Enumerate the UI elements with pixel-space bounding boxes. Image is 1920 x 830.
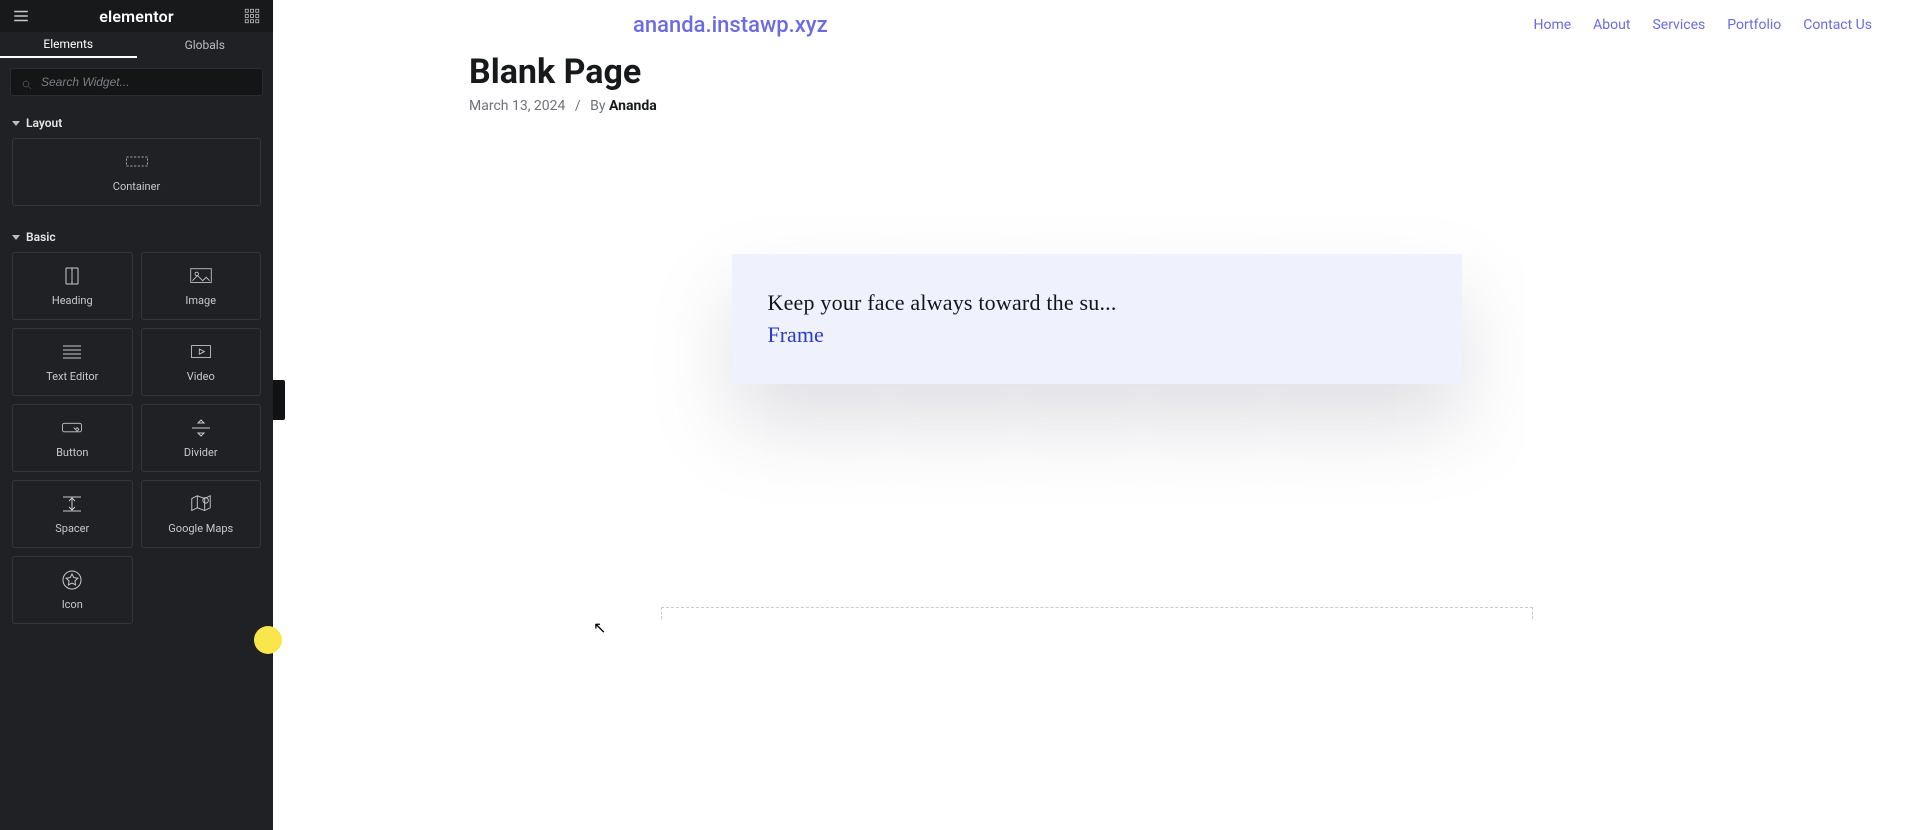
widget-divider-label: Divider — [184, 446, 218, 459]
by-prefix: By — [590, 98, 605, 114]
widget-video[interactable]: Video — [141, 328, 262, 396]
site-header: ananda.instawp.xyz Home About Services P… — [273, 0, 1920, 50]
sidebar-header: elementor — [0, 0, 273, 32]
hero-card: Keep your face always toward the su... F… — [732, 254, 1462, 384]
search-wrap — [0, 58, 273, 106]
widget-icon[interactable]: Icon — [12, 556, 133, 624]
canvas: ananda.instawp.xyz Home About Services P… — [273, 0, 1920, 830]
tab-globals[interactable]: Globals — [137, 32, 274, 58]
widget-google-maps-label: Google Maps — [168, 522, 233, 535]
hero-quote-text: Keep your face always toward the su... — [768, 290, 1426, 316]
section-basic[interactable]: Basic — [0, 220, 273, 252]
image-icon — [189, 266, 213, 286]
widget-text-editor-label: Text Editor — [46, 370, 98, 383]
section-layout[interactable]: Layout — [0, 106, 273, 138]
widget-container[interactable]: Container — [12, 138, 261, 206]
search-input[interactable] — [41, 75, 252, 89]
nav-home[interactable]: Home — [1533, 17, 1571, 33]
hero-attribution: Frame — [768, 322, 1426, 348]
widget-heading[interactable]: Heading — [12, 252, 133, 320]
widget-image[interactable]: Image — [141, 252, 262, 320]
caret-down-icon — [12, 235, 20, 240]
page-meta: March 13, 2024 / By Ananda — [469, 98, 1920, 114]
hero-section[interactable]: Keep your face always toward the su... F… — [273, 254, 1920, 384]
sidebar-tabs: Elements Globals — [0, 32, 273, 58]
nav-about[interactable]: About — [1593, 17, 1630, 33]
search-box[interactable] — [10, 68, 263, 96]
icon-icon — [60, 570, 84, 590]
menu-icon[interactable] — [12, 7, 30, 25]
heading-icon — [60, 266, 84, 286]
google-maps-icon — [189, 494, 213, 514]
page-head: Blank Page March 13, 2024 / By Ananda — [273, 50, 1920, 114]
empty-section-dropzone[interactable] — [661, 607, 1533, 619]
widget-button[interactable]: Button — [12, 404, 133, 472]
page-title: Blank Page — [469, 52, 1920, 92]
elementor-logo: elementor — [99, 7, 174, 26]
text-editor-icon — [60, 342, 84, 362]
nav-services[interactable]: Services — [1652, 17, 1705, 33]
widget-google-maps[interactable]: Google Maps — [141, 480, 262, 548]
container-icon — [125, 152, 149, 172]
primary-nav: Home About Services Portfolio Contact Us — [1533, 17, 1872, 33]
widget-container-label: Container — [113, 180, 160, 193]
widget-icon-label: Icon — [62, 598, 83, 611]
section-basic-label: Basic — [26, 230, 56, 244]
nav-contact[interactable]: Contact Us — [1803, 17, 1872, 33]
video-icon — [189, 342, 213, 362]
hero-inner: Keep your face always toward the su... F… — [732, 254, 1462, 384]
page-author[interactable]: Ananda — [609, 98, 657, 114]
tab-elements[interactable]: Elements — [0, 32, 137, 58]
nav-portfolio[interactable]: Portfolio — [1727, 17, 1781, 33]
search-icon — [21, 76, 33, 88]
app-root: elementor Elements Globals Layout — [0, 0, 1920, 830]
section-layout-label: Layout — [26, 116, 62, 130]
cursor-icon: ↖ — [593, 618, 606, 637]
divider-icon — [189, 418, 213, 438]
widget-spacer-label: Spacer — [55, 522, 89, 535]
widget-video-label: Video — [187, 370, 215, 383]
layout-grid: Container — [0, 138, 273, 220]
elementor-sidebar: elementor Elements Globals Layout — [0, 0, 273, 830]
widget-divider[interactable]: Divider — [141, 404, 262, 472]
basic-grid: Heading Image Text Editor Video Button D… — [0, 252, 273, 638]
widget-heading-label: Heading — [52, 294, 93, 307]
sidebar-collapse-handle[interactable] — [273, 380, 285, 420]
widget-spacer[interactable]: Spacer — [12, 480, 133, 548]
widget-button-label: Button — [56, 446, 88, 459]
caret-down-icon — [12, 121, 20, 126]
widget-image-label: Image — [185, 294, 216, 307]
page-date: March 13, 2024 — [469, 98, 565, 114]
highlight-dot — [254, 626, 282, 654]
meta-separator: / — [569, 98, 587, 114]
apps-icon[interactable] — [243, 7, 261, 25]
widget-text-editor[interactable]: Text Editor — [12, 328, 133, 396]
site-brand[interactable]: ananda.instawp.xyz — [633, 13, 828, 38]
button-icon — [60, 418, 84, 438]
spacer-icon — [60, 494, 84, 514]
